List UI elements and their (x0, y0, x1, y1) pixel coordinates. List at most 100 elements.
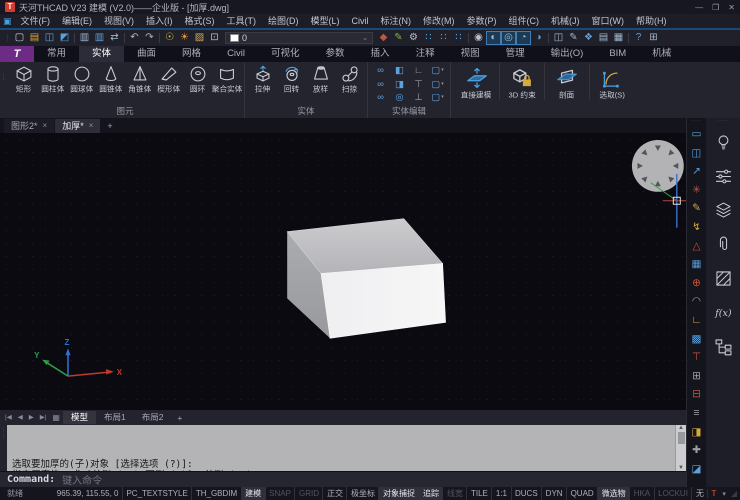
solid-edit-menu[interactable]: ▢ (428, 64, 447, 78)
leader-tool-icon[interactable]: ↗ (687, 162, 706, 181)
list-tool-icon[interactable]: ≡ (687, 404, 706, 423)
ribbon-tab[interactable]: 可视化 (258, 46, 313, 62)
prev-tab-button[interactable]: ◀ (15, 411, 26, 424)
sweep-button[interactable]: 扫掠 (335, 63, 364, 94)
structure-icon[interactable] (706, 329, 740, 363)
globe-icon[interactable]: ◑ (531, 31, 546, 45)
cell-tool-icon[interactable]: ⊞ (687, 367, 706, 386)
ribbon-tab[interactable]: 常用 (34, 46, 79, 62)
ribbon-tab[interactable]: 机械 (639, 46, 684, 62)
layout-tab[interactable]: 布局1 (96, 411, 134, 424)
spray-tool-icon[interactable]: ✳ (687, 181, 706, 200)
menu-item[interactable]: 编辑(E) (56, 14, 98, 28)
solid-edit-menu-2[interactable]: ▢ (428, 78, 447, 92)
separator[interactable] (157, 31, 162, 45)
plot-icon[interactable]: ▥ (92, 31, 107, 45)
thcad-logo[interactable]: T (0, 46, 34, 62)
taper-face-icon[interactable]: ⊥ (409, 91, 428, 105)
hatch-tool-icon[interactable]: ▩ (687, 330, 706, 349)
continuous-orbit-icon[interactable]: ◔ (516, 31, 531, 45)
paint-bucket-icon[interactable]: ◆ (376, 31, 391, 45)
dyn-toggle[interactable]: DYN (541, 487, 566, 500)
pyramid-button[interactable]: 角锥体 (125, 63, 154, 94)
osnap-toggle[interactable]: 对象捕捉 (378, 487, 418, 500)
ducs-toggle[interactable]: DUCS (511, 487, 542, 500)
command-scrollbar[interactable]: ▲ ▼ (675, 425, 686, 471)
imprint-icon[interactable]: ◎ (390, 91, 409, 105)
grid-tool-icon[interactable]: ▦ (687, 255, 706, 274)
ribbon-tab[interactable]: BIM (596, 46, 639, 62)
layout-tab[interactable]: 模型 (63, 411, 96, 424)
hka-toggle[interactable]: HKA (629, 487, 653, 500)
layer-color-icon[interactable]: ▨ (192, 31, 207, 45)
shell-icon[interactable]: ◨ (390, 78, 409, 92)
viewport-tool-icon[interactable]: ▭ (687, 125, 706, 144)
dim-style[interactable]: TH_GBDIM (191, 487, 240, 500)
new-file-icon[interactable]: ▢ (12, 31, 27, 45)
printer-icon[interactable]: ⊡ (207, 31, 222, 45)
ribbon-tab[interactable]: 插入 (358, 46, 403, 62)
fillet-edge-icon[interactable]: ∟ (409, 64, 428, 78)
intersect-icon[interactable]: ∞ (371, 91, 390, 105)
menu-item[interactable]: 窗口(W) (586, 14, 631, 28)
bulb-icon[interactable]: ☉ (162, 31, 177, 45)
navigation-sphere[interactable] (632, 140, 684, 192)
restore-button[interactable]: ❐ (712, 3, 719, 12)
save-as-icon[interactable]: ◩ (57, 31, 72, 45)
separator[interactable] (466, 31, 471, 45)
scroll-up-icon[interactable]: ▲ (678, 425, 684, 431)
polar-toggle[interactable]: 极坐标 (346, 487, 378, 500)
ribbon-tab[interactable]: 注释 (403, 46, 448, 62)
separator[interactable] (72, 31, 77, 45)
menu-item[interactable]: 标注(N) (375, 14, 418, 28)
hatch-pattern-icon[interactable] (706, 261, 740, 295)
ribbon-tab[interactable]: 视图 (448, 46, 493, 62)
sketch-tool-icon[interactable]: ✎ (687, 199, 706, 218)
menu-item[interactable]: 文件(F) (15, 14, 57, 28)
loft-button[interactable]: 放样 (306, 63, 335, 94)
cone-button[interactable]: 圆锥体 (96, 63, 125, 94)
chamfer-edge-icon[interactable]: ⊤ (409, 78, 428, 92)
save-icon[interactable]: ◫ (42, 31, 57, 45)
section-button[interactable]: 剖面 (544, 63, 589, 100)
menu-item[interactable]: 工具(T) (221, 14, 263, 28)
constraint-3d-button[interactable]: 3D 约束 (499, 63, 544, 100)
subtract-icon[interactable]: ∞ (371, 78, 390, 92)
ribbon-tab[interactable]: 输出(O) (538, 46, 597, 62)
ribbon-tab[interactable]: Civil (214, 46, 258, 62)
command-window-grip[interactable]: ⋮⋮ (0, 425, 7, 471)
status-menu-caret[interactable]: ▾ (719, 490, 729, 498)
palette-icon[interactable]: ◫ (551, 31, 566, 45)
block-tool-icon[interactable]: ◨ (687, 423, 706, 442)
close-icon[interactable]: × (43, 119, 48, 133)
image-panel-icon[interactable]: ▦ (611, 31, 626, 45)
menu-item[interactable]: 修改(M) (417, 14, 461, 28)
quad-toggle[interactable]: QUAD (566, 487, 597, 500)
drawing-tab[interactable]: 加厚* × (55, 119, 100, 133)
sphere-button[interactable]: 圆球体 (67, 63, 96, 94)
tools-icon[interactable]: ⚙ (406, 31, 421, 45)
model-viewport[interactable]: X Z Y (0, 133, 686, 410)
scale-toggle[interactable]: 1:1 (491, 487, 510, 500)
menu-item[interactable]: 格式(S) (179, 14, 221, 28)
close-icon[interactable]: × (89, 119, 94, 133)
menu-item[interactable]: 参数(P) (461, 14, 503, 28)
ribbon-tab[interactable]: 参数 (313, 46, 358, 62)
command-input[interactable]: Command: 键入命令 (0, 471, 686, 487)
drawing-tab[interactable]: 图形2* × (4, 119, 54, 133)
publish-icon[interactable]: ⇄ (107, 31, 122, 45)
slice-icon[interactable]: ◧ (390, 64, 409, 78)
link-icon-2[interactable]: ∷ (436, 31, 451, 45)
polysolid-button[interactable]: 聚合实体 (212, 63, 241, 94)
angle-tool-icon[interactable]: ∟ (687, 311, 706, 330)
wedge-button[interactable]: 楔形体 (154, 63, 183, 94)
nav-wheel-icon[interactable]: ◉ (471, 31, 486, 45)
lineweight-toggle[interactable]: 线宽 (442, 487, 466, 500)
ortho-toggle[interactable]: 正交 (322, 487, 346, 500)
open-file-icon[interactable]: ▤ (27, 31, 42, 45)
menu-item[interactable]: 视图(V) (98, 14, 140, 28)
otrack-toggle[interactable]: 追踪 (418, 487, 442, 500)
link-icon-3[interactable]: ∷ (451, 31, 466, 45)
menu-item[interactable]: 插入(I) (140, 14, 179, 28)
close-button[interactable]: ✕ (728, 3, 735, 12)
